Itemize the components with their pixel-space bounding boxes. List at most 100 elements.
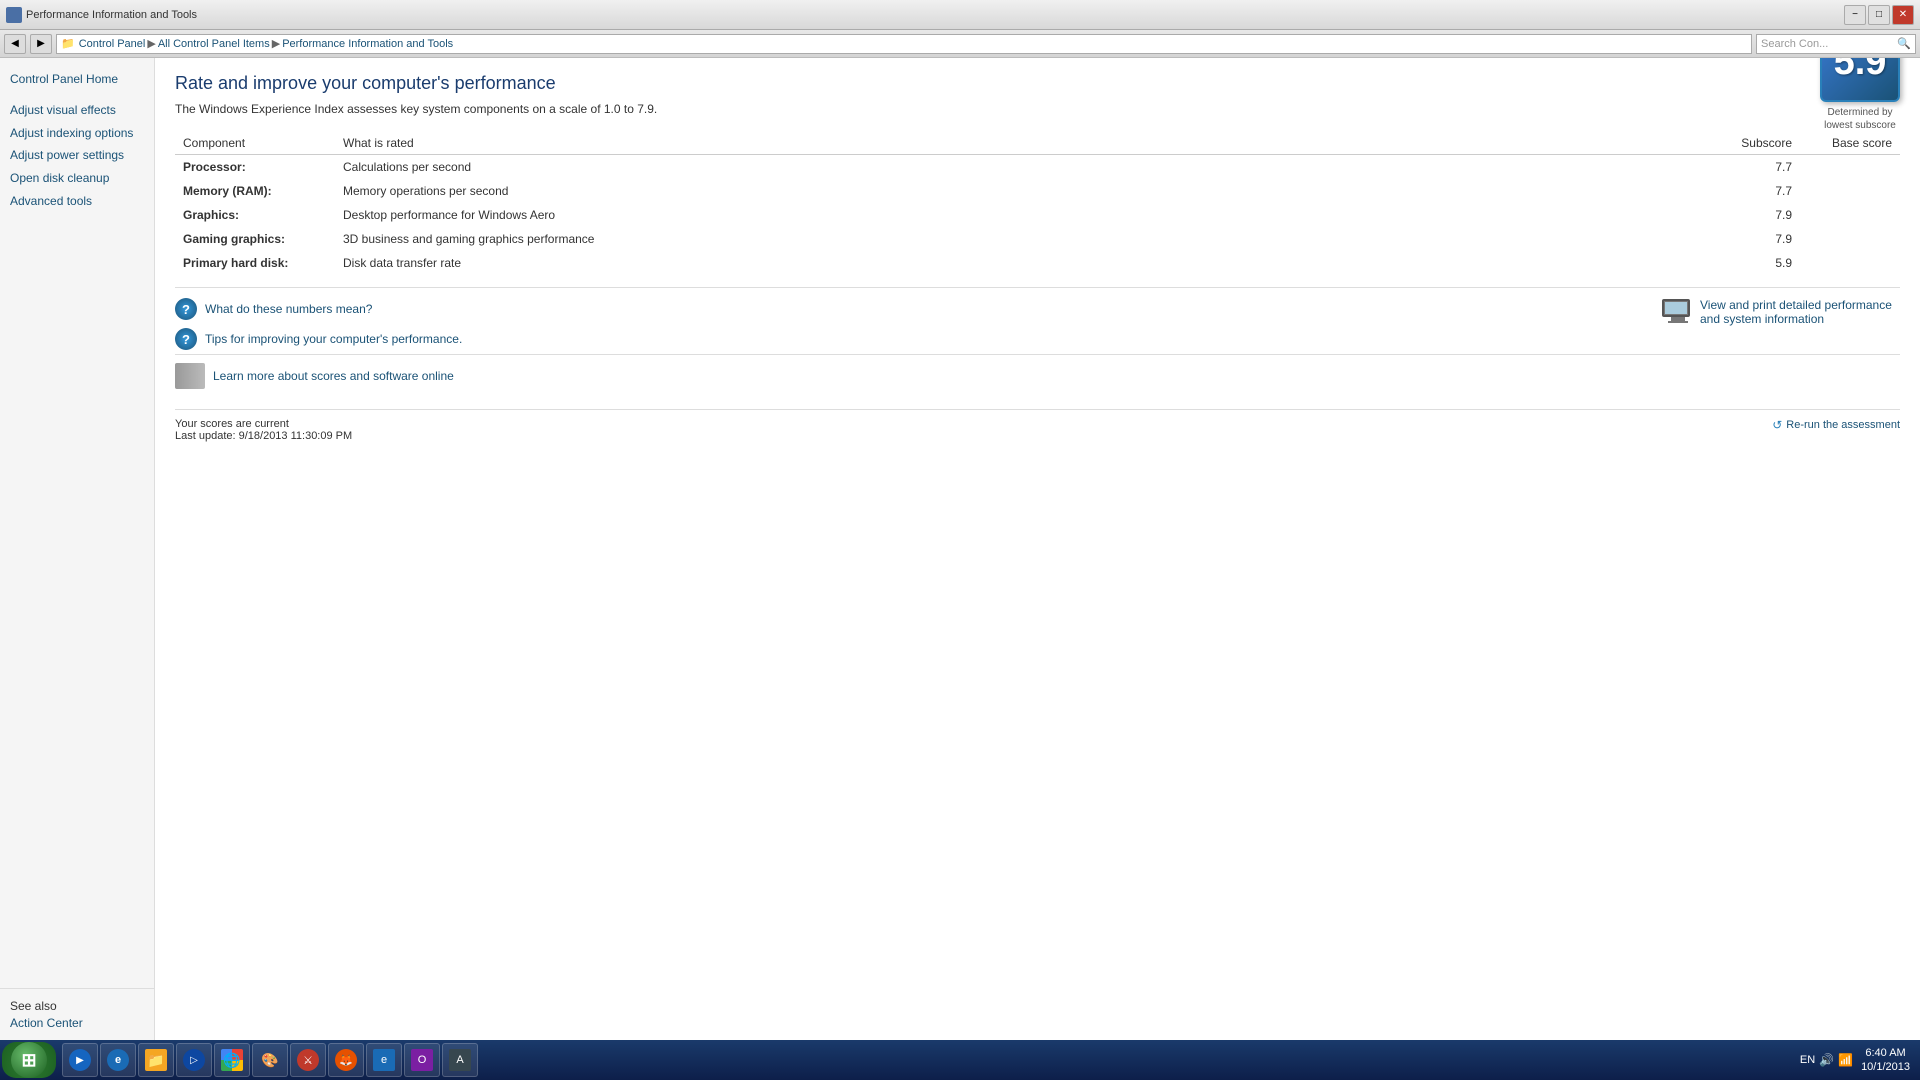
media-center-icon: ▷ [183,1049,205,1071]
breadcrumb-folder-icon: 📁 [61,37,75,50]
chrome-icon: 🌐 [221,1049,243,1071]
row-basescore-1 [1800,179,1900,203]
help-icon-1: ? [175,298,197,320]
maximize-button[interactable]: □ [1868,5,1890,25]
status-line1: Your scores are current [175,418,352,430]
search-placeholder: Search Con... [1761,38,1828,50]
taskbar-app-antivirus[interactable]: ⚔ [290,1043,326,1077]
sidebar-visual-label: Adjust visual effects [10,103,116,117]
ie-icon: e [107,1049,129,1071]
breadcrumb-current[interactable]: Performance Information and Tools [282,38,453,50]
title-bar: Performance Information and Tools − □ ✕ [0,0,1920,30]
taskbar-app-firefox[interactable]: 🦊 [328,1043,364,1077]
row-component-3: Gaming graphics: [175,227,335,251]
sidebar-item-indexing[interactable]: Adjust indexing options [0,122,154,145]
row-basescore-0 [1800,155,1900,180]
row-subscore-2: 7.9 [1720,203,1800,227]
status-footer: Your scores are current Last update: 9/1… [175,409,1900,442]
taskbar-app-paint[interactable]: 🎨 [252,1043,288,1077]
paint-icon: 🎨 [259,1049,281,1071]
row-what-1: Memory operations per second [335,179,1720,203]
help-link-2-text[interactable]: Tips for improving your computer's perfo… [205,332,462,346]
start-button[interactable]: ⊞ [2,1042,56,1078]
help-link-1-text[interactable]: What do these numbers mean? [205,302,372,316]
content-area: Rate and improve your computer's perform… [155,58,1920,1040]
clock: 6:40 AM 10/1/2013 [1861,1046,1910,1075]
learn-link-text[interactable]: Learn more about scores and software onl… [213,369,454,383]
sidebar-item-disk[interactable]: Open disk cleanup [0,167,154,190]
sidebar-item-home[interactable]: Control Panel Home [0,68,154,91]
explorer-icon: 📁 [145,1049,167,1071]
page-title: Rate and improve your computer's perform… [175,73,1900,94]
col-what-rated: What is rated [335,132,1720,155]
view-print-link: View and print detailed performance and … [1662,298,1900,326]
taskbar-app-office[interactable]: O [404,1043,440,1077]
back-button[interactable]: ◀ [4,34,26,54]
help-links: ? What do these numbers mean? ? Tips for… [175,298,462,350]
breadcrumb-control-panel[interactable]: Control Panel [79,38,146,50]
sidebar-advanced-label: Advanced tools [10,194,92,208]
taskbar-app-media-player[interactable]: ▶ [62,1043,98,1077]
sidebar-power-label: Adjust power settings [10,148,124,162]
forward-button[interactable]: ▶ [30,34,52,54]
date-display: 10/1/2013 [1861,1060,1910,1074]
row-subscore-4: 5.9 [1720,251,1800,275]
help-link-2: ? Tips for improving your computer's per… [175,328,462,350]
col-component: Component [175,132,335,155]
taskbar-app-ie2[interactable]: e [366,1043,402,1077]
misc-icon: A [449,1049,471,1071]
row-component-0: Processor: [175,155,335,180]
breadcrumb-all-items[interactable]: All Control Panel Items [158,38,270,50]
sidebar-item-advanced[interactable]: Advanced tools [0,190,154,213]
window-controls: − □ ✕ [1844,5,1914,25]
taskbar-app-misc[interactable]: A [442,1043,478,1077]
row-subscore-1: 7.7 [1720,179,1800,203]
table-wrapper: 5.9 Determined bylowest subscore Compone… [175,132,1900,275]
start-orb: ⊞ [11,1042,47,1078]
sidebar-item-power[interactable]: Adjust power settings [0,144,154,167]
ie2-icon: e [373,1049,395,1071]
sidebar-home-label: Control Panel Home [10,72,118,86]
sidebar-item-visual-effects[interactable]: Adjust visual effects [0,99,154,122]
search-icon: 🔍 [1897,37,1911,50]
address-box[interactable]: 📁 Control Panel ▶ All Control Panel Item… [56,34,1752,54]
antivirus-icon: ⚔ [297,1049,319,1071]
status-line2: Last update: 9/18/2013 11:30:09 PM [175,430,352,442]
time-display: 6:40 AM [1861,1046,1910,1060]
taskbar-app-explorer[interactable]: 📁 [138,1043,174,1077]
rerun-label: Re-run the assessment [1786,419,1900,431]
address-bar: ◀ ▶ 📁 Control Panel ▶ All Control Panel … [0,30,1920,58]
table-row: Graphics: Desktop performance for Window… [175,203,1900,227]
taskbar: ⊞ ▶ e 📁 ▷ 🌐 🎨 ⚔ 🦊 e O A EN 🔊 📶 [0,1040,1920,1080]
taskbar-app-chrome[interactable]: 🌐 [214,1043,250,1077]
row-basescore-2 [1800,203,1900,227]
sidebar-see-also: See also Action Center [0,988,154,1040]
see-also-action-center[interactable]: Action Center [10,1016,144,1030]
row-component-2: Graphics: [175,203,335,227]
row-component-1: Memory (RAM): [175,179,335,203]
book-icon [175,363,205,389]
sidebar-disk-label: Open disk cleanup [10,171,109,185]
row-what-4: Disk data transfer rate [335,251,1720,275]
help-icon-2: ? [175,328,197,350]
computer-monitor-icon [1662,299,1694,325]
taskbar-app-media-center[interactable]: ▷ [176,1043,212,1077]
rerun-button[interactable]: ↺ Re-run the assessment [1772,418,1900,432]
page-subtitle: The Windows Experience Index assesses ke… [175,102,1900,116]
view-print-text[interactable]: View and print detailed performance and … [1700,298,1900,326]
learn-row: Learn more about scores and software onl… [175,354,1900,397]
taskbar-app-ie[interactable]: e [100,1043,136,1077]
minimize-button[interactable]: − [1844,5,1866,25]
col-basescore: Base score [1800,132,1900,155]
search-box[interactable]: Search Con... 🔍 [1756,34,1916,54]
row-component-4: Primary hard disk: [175,251,335,275]
help-link-1: ? What do these numbers mean? [175,298,462,320]
window-icon [6,7,22,23]
window-title: Performance Information and Tools [26,9,197,21]
media-player-icon: ▶ [69,1049,91,1071]
score-badge: 5.9 [1820,58,1900,102]
table-row: Gaming graphics: 3D business and gaming … [175,227,1900,251]
close-button[interactable]: ✕ [1892,5,1914,25]
score-badge-area: 5.9 Determined bylowest subscore [1820,58,1900,132]
status-text: Your scores are current Last update: 9/1… [175,418,352,442]
